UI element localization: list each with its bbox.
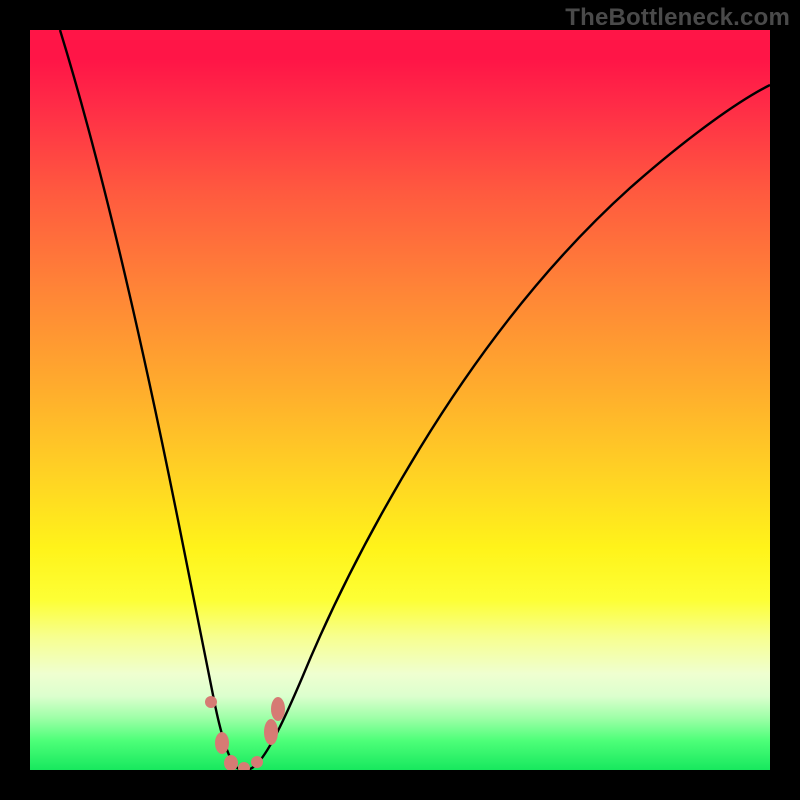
chart-frame: TheBottleneck.com [0, 0, 800, 800]
marker-left-floor [215, 732, 229, 754]
marker-right-onset-a [264, 719, 278, 745]
plot-area [30, 30, 770, 770]
watermark-text: TheBottleneck.com [565, 4, 790, 32]
marker-min-b [238, 762, 250, 770]
bottleneck-curve [60, 30, 770, 770]
curve-layer [30, 30, 770, 770]
marker-min-a [224, 755, 238, 770]
marker-right-onset-b [271, 697, 285, 721]
marker-right-floor [251, 756, 263, 768]
marker-left-onset [205, 696, 217, 708]
